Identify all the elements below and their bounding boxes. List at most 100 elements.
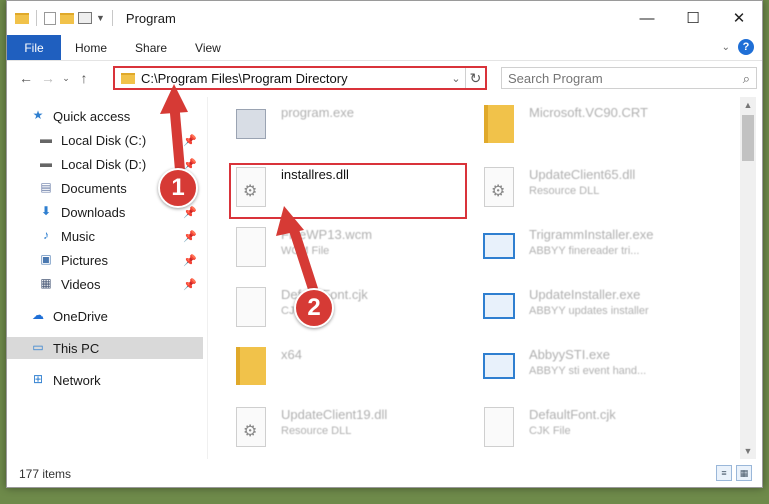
forward-arrow-icon[interactable]: → (37, 70, 59, 86)
file-item[interactable]: program.exe (233, 103, 354, 155)
file-item[interactable]: AbbyySTI.exe ABBYY sti event hand... (481, 345, 646, 397)
window-controls: — ☐ ✕ (624, 1, 762, 35)
folder-icon (121, 72, 135, 84)
scroll-down-arrow-icon[interactable]: ▼ (740, 443, 756, 459)
file-name: FineWP13.wcm (281, 227, 373, 242)
pin-icon[interactable]: 📌 (183, 206, 197, 219)
sidebar-item-quick-access[interactable]: ★ Quick access (7, 105, 203, 127)
sidebar-item-label: Local Disk (C:) (61, 132, 147, 148)
computer-icon: ▭ (32, 340, 44, 354)
toolbar-separator (36, 10, 37, 26)
network-icon: ⊞ (32, 372, 44, 386)
file-icon (233, 225, 269, 271)
properties-icon[interactable] (44, 11, 56, 25)
folder-icon (233, 345, 269, 391)
customize-chevron-icon[interactable]: ▼ (96, 13, 105, 23)
vertical-scrollbar[interactable]: ▲ ▼ (740, 97, 756, 459)
file-name: x64 (281, 347, 302, 362)
recent-chevron-icon[interactable]: ⌄ (59, 73, 73, 84)
file-item[interactable]: ⚙ UpdateClient65.dll Resource DLL (481, 165, 635, 217)
address-bar[interactable]: C:\Program Files\Program Directory ⌄ ↻ (113, 66, 487, 90)
maximize-button[interactable]: ☐ (670, 1, 716, 35)
sidebar-item-onedrive[interactable]: ☁ OneDrive (7, 305, 203, 327)
back-arrow-icon[interactable]: ← (15, 70, 37, 86)
sidebar-item-label: Local Disk (D:) (61, 156, 147, 172)
tab-file[interactable]: File (7, 35, 61, 60)
sidebar-item-this-pc[interactable]: ▭ This PC (7, 337, 203, 359)
file-item[interactable]: Microsoft.VC90.CRT (481, 103, 648, 155)
new-folder-icon[interactable] (60, 12, 74, 24)
view-icon[interactable] (78, 12, 92, 24)
file-name: program.exe (281, 105, 354, 120)
scroll-thumb[interactable] (742, 115, 754, 161)
pin-icon[interactable]: 📌 (183, 134, 197, 147)
drive-icon: ▬ (40, 156, 52, 170)
pin-icon[interactable]: 📌 (183, 278, 197, 291)
file-name: UpdateClient19.dll (281, 407, 388, 422)
expand-ribbon-chevron-icon[interactable]: ⌄ (722, 42, 730, 53)
file-item[interactable]: DefaultFont.cjk CJK File (481, 405, 616, 457)
file-item[interactable]: ⚙ UpdateClient19.dll Resource DLL (233, 405, 387, 457)
sidebar-item-music[interactable]: ♪ Music 📌 (7, 225, 203, 247)
window-title: Program (125, 10, 176, 26)
file-item[interactable]: FineWP13.wcm WCM File (233, 225, 372, 277)
close-button[interactable]: ✕ (716, 1, 762, 35)
file-description: CJK File (529, 425, 571, 437)
music-icon: ♪ (43, 228, 49, 242)
sidebar-item-label: Quick access (53, 108, 131, 124)
sidebar-item-local-disk-c[interactable]: ▬ Local Disk (C:) 📌 (7, 129, 203, 151)
sidebar-item-network[interactable]: ⊞ Network (7, 369, 203, 391)
minimize-button[interactable]: — (624, 1, 670, 35)
sidebar-item-label: Network (53, 372, 101, 388)
refresh-icon[interactable]: ↻ (465, 68, 485, 88)
videos-icon: ▦ (40, 276, 52, 290)
sidebar-item-label: This PC (53, 340, 100, 356)
file-item[interactable]: x64 (233, 345, 302, 397)
ribbon-tabs: File Home Share View ⌄ ? (7, 35, 762, 61)
exe-icon (233, 103, 269, 149)
tab-share[interactable]: Share (121, 35, 181, 60)
app-icon (481, 345, 517, 391)
file-description: Resource DLL (529, 185, 600, 197)
help-icon[interactable]: ? (738, 39, 754, 55)
sidebar-item-pictures[interactable]: ▣ Pictures 📌 (7, 249, 203, 271)
sidebar-item-videos[interactable]: ▦ Videos 📌 (7, 273, 203, 295)
file-list: program.exe ⚙ installres.dll FineWP13.wc… (221, 97, 733, 459)
view-toggle: ≡ ▦ (716, 465, 752, 481)
navigation-bar: ← → ⌄ ↑ C:\Program Files\Program Directo… (7, 61, 762, 95)
up-arrow-icon[interactable]: ↑ (73, 70, 95, 86)
step-1-badge: 1 (158, 168, 198, 208)
drive-icon: ▬ (40, 132, 52, 146)
address-path[interactable]: C:\Program Files\Program Directory (141, 71, 447, 86)
details-view-icon[interactable]: ≡ (716, 465, 732, 481)
address-dropdown-chevron-icon[interactable]: ⌄ (447, 72, 465, 85)
tiles-view-icon[interactable]: ▦ (736, 465, 752, 481)
file-name: UpdateInstaller.exe (529, 287, 641, 302)
file-item[interactable]: UpdateInstaller.exe ABBYY updates install… (481, 285, 649, 337)
download-icon: ⬇ (40, 204, 52, 218)
search-input[interactable] (508, 70, 728, 86)
file-icon (481, 405, 517, 451)
file-icon (233, 285, 269, 331)
scroll-up-arrow-icon[interactable]: ▲ (740, 97, 756, 113)
folder-icon (481, 103, 517, 149)
file-description: Resource DLL (281, 425, 352, 437)
file-name: UpdateClient65.dll (529, 167, 636, 182)
pin-icon[interactable]: 📌 (183, 254, 197, 267)
search-box[interactable]: ⌕ (501, 67, 757, 89)
pane-divider[interactable] (207, 97, 208, 459)
file-description: WCM File (281, 245, 330, 257)
file-description: ABBYY finereader tri... (529, 245, 640, 257)
file-name: AbbyySTI.exe (529, 347, 610, 362)
pin-icon[interactable]: 📌 (183, 230, 197, 243)
star-icon: ★ (32, 108, 44, 122)
sidebar-item-label: Pictures (61, 252, 108, 268)
item-count: 177 items (19, 467, 72, 481)
file-item[interactable]: TrigrammInstaller.exe ABBYY finereader tr… (481, 225, 654, 277)
app-icon (481, 225, 517, 271)
tab-home[interactable]: Home (61, 35, 121, 60)
cloud-icon: ☁ (32, 308, 44, 322)
file-name: TrigrammInstaller.exe (529, 227, 654, 242)
tab-view[interactable]: View (181, 35, 235, 60)
sidebar-item-label: Downloads (61, 204, 126, 220)
